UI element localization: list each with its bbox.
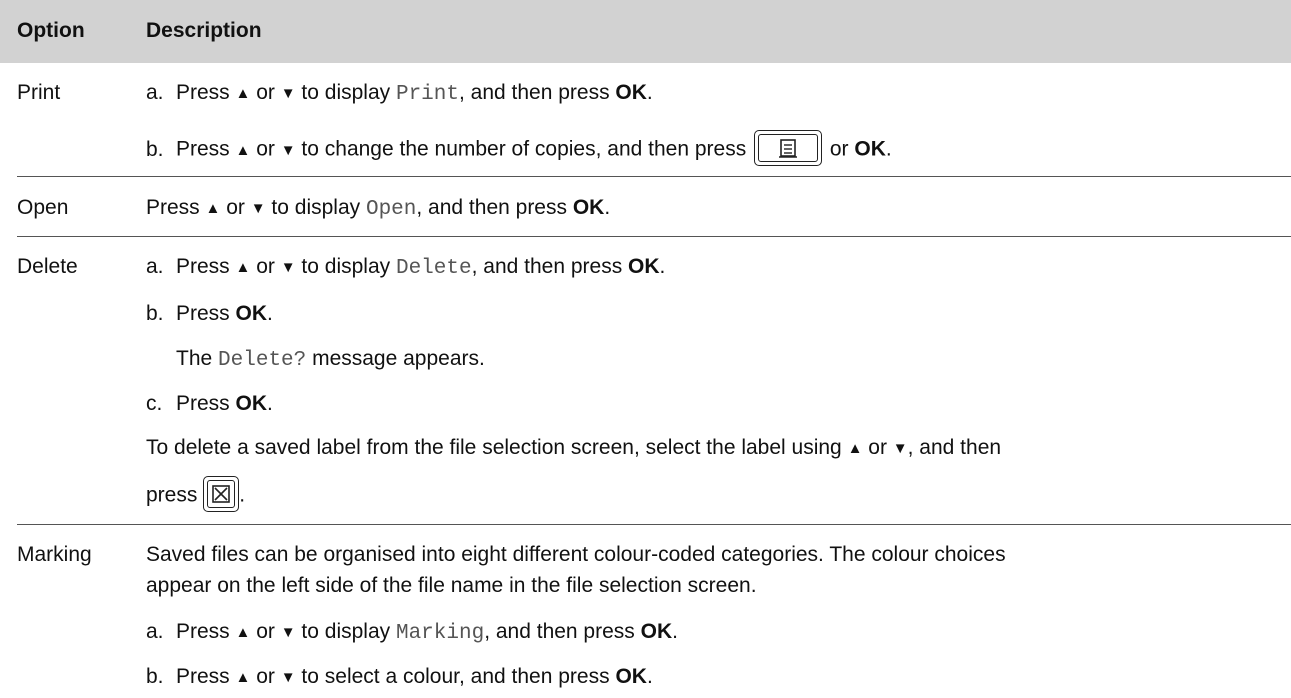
down-arrow-icon: ▼	[280, 259, 296, 276]
option-print: Print	[17, 81, 61, 104]
up-arrow-icon: ▲	[847, 440, 863, 457]
delete-note-line1: To delete a saved label from the file se…	[146, 436, 1002, 459]
up-arrow-icon: ▲	[235, 85, 251, 102]
header-description: Description	[146, 19, 262, 42]
down-arrow-icon: ▼	[892, 440, 908, 457]
down-arrow-icon: ▼	[280, 624, 296, 641]
marking-intro-line1: Saved files can be organised into eight …	[146, 543, 1006, 566]
open-step: Press ▲ or ▼ to display Open, and then p…	[146, 196, 611, 221]
row-divider	[17, 236, 1291, 237]
down-arrow-icon: ▼	[250, 200, 266, 217]
option-open: Open	[17, 196, 69, 219]
marking-intro-line2: appear on the left side of the file name…	[146, 574, 757, 597]
up-arrow-icon: ▲	[205, 200, 221, 217]
marking-step-b: b. Press ▲ or ▼ to select a colour, and t…	[146, 665, 653, 688]
up-arrow-icon: ▲	[235, 624, 251, 641]
up-arrow-icon: ▲	[235, 259, 251, 276]
header-option: Option	[17, 19, 85, 42]
delete-step-c: c. Press OK.	[146, 392, 273, 415]
down-arrow-icon: ▼	[280, 669, 296, 686]
cancel-key-icon	[203, 476, 240, 512]
up-arrow-icon: ▲	[235, 141, 251, 159]
table-header: Option Description	[0, 0, 1291, 63]
down-arrow-icon: ▼	[280, 141, 296, 159]
down-arrow-icon: ▼	[280, 85, 296, 102]
delete-step-b: b. Press OK.	[146, 302, 273, 325]
delete-message: The Delete? message appears.	[176, 347, 485, 372]
print-step-b: b. Press ▲ or ▼ to change the number of c…	[146, 130, 892, 168]
delete-note-line2: press .	[146, 476, 245, 514]
option-marking: Marking	[17, 543, 92, 566]
option-delete: Delete	[17, 255, 78, 278]
up-arrow-icon: ▲	[235, 669, 251, 686]
print-step-a: a. Press ▲ or ▼ to display Print, and the…	[146, 81, 653, 106]
delete-step-a: a. Press ▲ or ▼ to display Delete, and th…	[146, 255, 666, 280]
marking-step-a: a. Press ▲ or ▼ to display Marking, and t…	[146, 620, 678, 645]
row-divider	[17, 524, 1291, 525]
row-divider	[17, 176, 1291, 177]
print-key-icon	[754, 130, 823, 166]
